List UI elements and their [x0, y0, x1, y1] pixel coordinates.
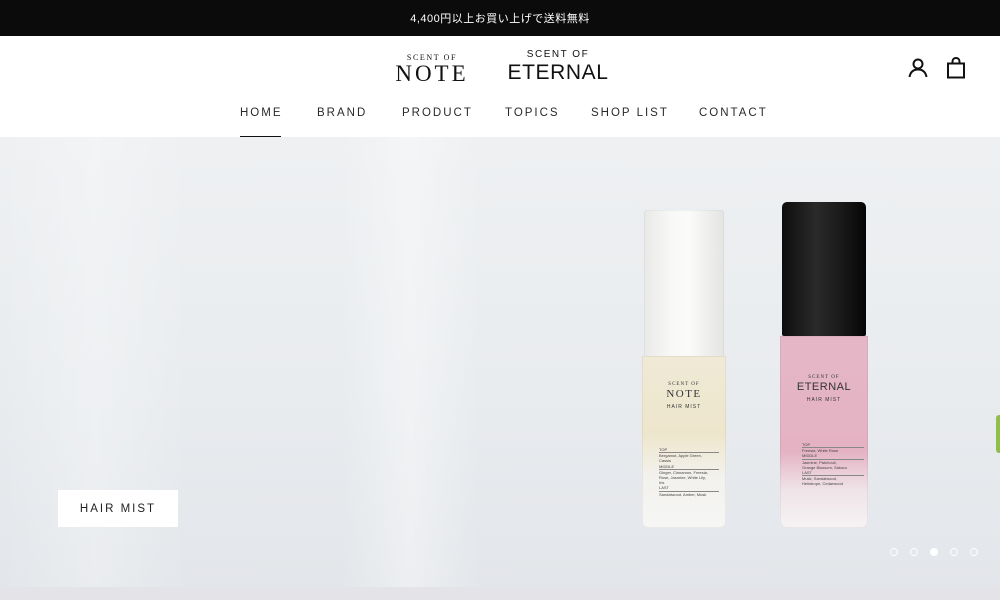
- product-bottle-eternal: SCENT OF ETERNAL HAIR MIST TOP Freesia, …: [780, 202, 868, 528]
- hero-category-button[interactable]: HAIR MIST: [58, 490, 178, 527]
- hero-category-label: HAIR MIST: [79, 502, 157, 515]
- bottle-label: SCENT OF NOTE HAIR MIST: [654, 382, 714, 411]
- logo-group: SCENT OF NOTE SCENT OF ETERNAL: [0, 36, 1000, 96]
- bottle-brand-big: NOTE: [666, 388, 702, 400]
- bottle-brand-big: ETERNAL: [796, 381, 852, 393]
- note-line: Sandalwood, Amber, Musk: [659, 491, 707, 497]
- nav-item-topics[interactable]: TOPICS: [505, 107, 560, 119]
- nav-item-brand[interactable]: BRAND: [317, 107, 367, 119]
- bottle-cap: [782, 202, 866, 336]
- note-line: Heliotrope, Cedarwood: [802, 481, 843, 487]
- bottle-product-type: HAIR MIST: [666, 404, 702, 410]
- nav-item-home[interactable]: HOME: [240, 107, 283, 138]
- slide-pagination: [886, 547, 986, 559]
- logo-scent-of-eternal[interactable]: SCENT OF ETERNAL: [504, 49, 612, 85]
- announcement-text: 4,400円以上お買い上げで送料無料: [410, 13, 590, 25]
- logo-note-big: NOTE: [395, 61, 469, 86]
- bottle-label: SCENT OF ETERNAL HAIR MIST: [792, 375, 856, 404]
- bottle-product-type: HAIR MIST: [806, 397, 842, 403]
- product-bottle-note: SCENT OF NOTE HAIR MIST TOP Bergamot, Ap…: [642, 210, 726, 528]
- logo-scent-of-note[interactable]: SCENT OF NOTE: [392, 53, 472, 86]
- logo-eternal-small: SCENT OF: [526, 49, 590, 60]
- account-icon[interactable]: [906, 56, 930, 80]
- bottle-fragrance-notes: TOP Freesia, White Rose MIDDLE Jasmine, …: [802, 442, 864, 487]
- bottle-body: [780, 336, 868, 528]
- bottle-cap: [644, 210, 724, 360]
- main-nav: HOME BRAND PRODUCT TOPICS SHOP LIST CONT…: [0, 96, 1000, 138]
- shopping-bag-icon[interactable]: [944, 56, 968, 80]
- bottle-fragrance-notes: TOP Bergamot, Apple Green, Cassis MIDDLE…: [659, 447, 719, 497]
- nav-item-shop-list[interactable]: SHOP LIST: [591, 107, 669, 119]
- slide-dot-3[interactable]: [930, 548, 938, 556]
- logo-eternal-big: ETERNAL: [507, 61, 609, 84]
- nav-item-contact[interactable]: CONTACT: [699, 107, 768, 119]
- side-tab-accent[interactable]: [996, 415, 1000, 453]
- slide-dot-1[interactable]: [890, 548, 898, 556]
- slide-dot-5[interactable]: [970, 548, 978, 556]
- slide-dot-2[interactable]: [910, 548, 918, 556]
- announcement-bar: 4,400円以上お買い上げで送料無料: [0, 0, 1000, 36]
- slide-dot-4[interactable]: [950, 548, 958, 556]
- next-section-edge: [0, 587, 1000, 600]
- nav-item-product[interactable]: PRODUCT: [402, 107, 473, 119]
- site-header: SCENT OF NOTE SCENT OF ETERNAL HOME BRAN…: [0, 36, 1000, 138]
